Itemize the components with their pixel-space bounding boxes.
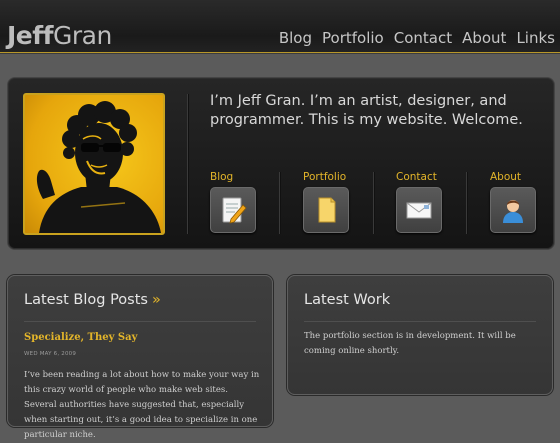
post-date: WED MAY 6, 2009 [24, 351, 77, 357]
quicklink-divider [466, 172, 467, 234]
quicklink-blog-tile[interactable] [210, 187, 256, 233]
quicklink-contact-tile[interactable] [396, 187, 442, 233]
nav-contact[interactable]: Contact [394, 29, 452, 47]
logo-last-name: Gran [53, 21, 112, 50]
blog-divider [24, 321, 256, 322]
main-nav: Blog Portfolio Contact About Links [279, 29, 555, 47]
quicklink-portfolio-label[interactable]: Portfolio [303, 170, 363, 184]
folder-icon [318, 197, 336, 223]
portrait-image [23, 93, 165, 235]
nav-blog[interactable]: Blog [279, 29, 312, 47]
work-text: The portfolio section is in development.… [304, 331, 516, 356]
notepad-pencil-icon [222, 197, 247, 224]
user-icon [503, 200, 523, 223]
blog-heading-text[interactable]: Latest Blog Posts [24, 292, 148, 308]
quicklink-blog[interactable]: Blog [210, 170, 270, 233]
post-excerpt: I’ve been reading a lot about how to mak… [24, 370, 260, 440]
work-heading: Latest Work [304, 292, 391, 308]
nav-portfolio[interactable]: Portfolio [322, 29, 384, 47]
quicklink-portfolio-tile[interactable] [303, 187, 349, 233]
logo-first-name: Jeff [7, 21, 54, 50]
blog-more-arrow[interactable]: » [152, 292, 161, 308]
quicklink-about[interactable]: About [490, 170, 550, 233]
site-header: JeffGran Blog Portfolio Contact About Li… [0, 0, 560, 53]
site-logo[interactable]: JeffGran [7, 22, 112, 50]
blog-heading: Latest Blog Posts» [24, 291, 161, 309]
quicklink-about-label[interactable]: About [490, 170, 550, 184]
hero-tagline: I’m Jeff Gran. I’m an artist, designer, … [210, 93, 523, 128]
quicklink-blog-label[interactable]: Blog [210, 170, 270, 184]
quicklink-contact-label[interactable]: Contact [396, 170, 456, 184]
nav-links[interactable]: Links [516, 29, 555, 47]
work-panel: Latest Work The portfolio section is in … [287, 275, 553, 395]
quicklink-portfolio[interactable]: Portfolio [303, 170, 363, 233]
quicklink-contact[interactable]: Contact [396, 170, 456, 233]
quicklink-divider [279, 172, 280, 234]
nav-about[interactable]: About [462, 29, 506, 47]
envelope-icon [406, 202, 432, 219]
hero-panel: I’m Jeff Gran. I’m an artist, designer, … [7, 77, 555, 250]
post-title[interactable]: Specialize, They Say [24, 332, 137, 343]
hero-divider [187, 94, 188, 234]
blog-panel: Latest Blog Posts» Specialize, They Say … [7, 275, 273, 440]
work-divider [304, 321, 536, 322]
portrait-illustration [36, 101, 161, 233]
quicklink-divider [373, 172, 374, 234]
quicklink-about-tile[interactable] [490, 187, 536, 233]
